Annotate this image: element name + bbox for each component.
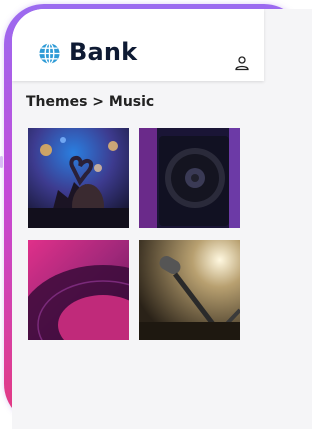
microphone-image[interactable] [139,240,240,340]
breadcrumb: Themes > Music [26,94,155,110]
side-button [0,156,3,168]
speaker-image[interactable] [139,128,240,228]
vinyl-record-image[interactable] [28,240,129,340]
concert-heart-hands-image[interactable] [28,128,129,228]
user-icon[interactable] [234,55,250,71]
globe-icon [38,42,61,65]
app-header: Bank [12,9,264,81]
brand-name: Bank [69,38,138,66]
